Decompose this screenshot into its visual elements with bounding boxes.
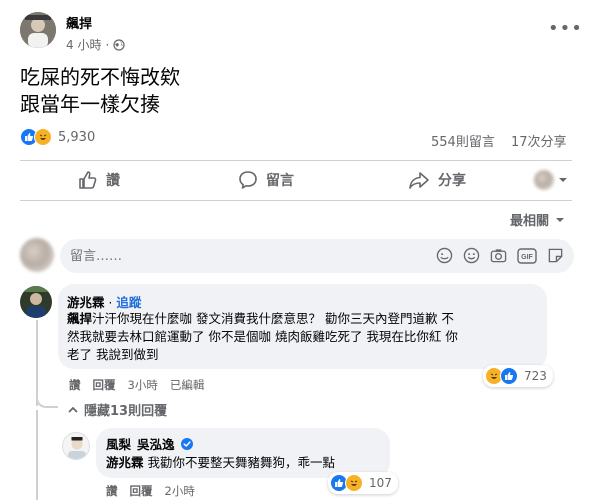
divider-bottom — [20, 200, 572, 201]
comment-like-button[interactable]: 讚 — [69, 377, 81, 393]
thread-branch — [36, 394, 58, 408]
avatar-sticker-icon[interactable] — [436, 247, 453, 264]
viewer-avatar[interactable] — [20, 238, 54, 272]
shares-count-link[interactable]: 17次分享 — [511, 131, 567, 150]
more-options-icon[interactable]: ••• — [548, 18, 583, 39]
reply-author-name[interactable]: 吳泓逸 — [137, 434, 175, 453]
comment-edited-label[interactable]: 已編輯 — [170, 377, 205, 393]
reply-reply-button[interactable]: 回覆 — [130, 483, 153, 499]
svg-text:GIF: GIF — [521, 254, 533, 261]
reply-mention[interactable]: 游兆霖 — [106, 455, 144, 470]
reply-badge: 風梨 — [106, 437, 132, 452]
chevron-up-icon — [68, 406, 78, 413]
post-text-line-2: 跟當年一樣欠揍 — [20, 92, 160, 116]
comment-input[interactable] — [70, 245, 420, 267]
share-button-label: 分享 — [438, 173, 466, 189]
reply-text-body: 我勸你不要整天舞豬舞狗，乖一點 — [147, 455, 336, 470]
post-text-line-1: 吃屎的死不悔改欸 — [20, 65, 180, 89]
comment-reaction-count: 723 — [524, 369, 547, 383]
hide-replies-button[interactable]: 隱藏13則回覆 — [68, 400, 167, 419]
comment-text-line-3: 老了 我說到做到 — [67, 347, 159, 362]
commenter-avatar[interactable] — [20, 286, 52, 318]
comment-sort-label: 最相關 — [510, 214, 550, 229]
reply-reactions-pill[interactable]: 107 — [328, 472, 398, 494]
author-avatar[interactable] — [20, 12, 56, 48]
post-author-name[interactable]: 飆捍 — [66, 13, 92, 32]
verified-badge-icon — [180, 437, 193, 450]
comment-reply-button[interactable]: 回覆 — [93, 377, 116, 393]
reply-avatar-image — [63, 433, 89, 459]
author-avatar-image — [20, 12, 56, 48]
sort-chevron-down-icon — [556, 217, 565, 222]
comment-text-line-1: 飆捍汁汗你現在什麼咖 發文消費我什麼意思？ 勸你三天內登門道歉 不 — [67, 310, 454, 328]
share-button[interactable]: 分享 — [408, 170, 466, 190]
thumbs-up-icon — [79, 171, 97, 189]
share-audience-selector[interactable] — [534, 170, 568, 190]
commenter-name[interactable]: 游兆霖 — [67, 292, 105, 311]
haha-reaction-icon — [345, 474, 363, 492]
hide-replies-label: 隱藏13則回覆 — [84, 404, 168, 419]
reply-time[interactable]: 2小時 — [165, 483, 195, 499]
comment-button-label: 留言 — [266, 173, 294, 189]
post-reaction-count: 5,930 — [58, 129, 96, 145]
post-reactions-summary[interactable]: 5,930 — [20, 128, 95, 146]
separator-dot: · — [105, 37, 110, 52]
divider-top — [20, 160, 572, 161]
sticker-icon[interactable] — [547, 247, 564, 264]
comment-time[interactable]: 3小時 — [128, 377, 158, 393]
comment-bubble-icon — [239, 171, 257, 189]
reply-reaction-count: 107 — [369, 476, 392, 490]
public-globe-icon — [113, 38, 125, 51]
comment-mention[interactable]: 飆捍 — [67, 311, 92, 326]
separator-dot: · — [108, 296, 113, 310]
comments-count-link[interactable]: 554則留言 — [431, 131, 495, 150]
haha-reaction-icon — [34, 128, 52, 146]
share-arrow-icon — [409, 172, 429, 189]
viewer-avatar-small — [534, 170, 554, 190]
comment-button[interactable]: 留言 — [238, 170, 294, 190]
like-button-label: 讚 — [106, 173, 120, 189]
comment-reactions-pill[interactable]: 723 — [483, 365, 553, 387]
comment-text-line-2: 然我就要去林口館運動了 你不是個咖 燒肉飯雞吃死了 我現在比你紅 你 — [67, 329, 458, 344]
post-time[interactable]: 4 小時 — [66, 36, 101, 53]
reply-thread-connector — [36, 410, 38, 500]
emoji-icon[interactable] — [463, 247, 480, 264]
follow-link[interactable]: 追蹤 — [116, 292, 141, 311]
chevron-down-icon — [559, 178, 567, 182]
gif-icon[interactable]: GIF — [517, 247, 537, 264]
reply-like-button[interactable]: 讚 — [106, 483, 118, 499]
comment-composer[interactable]: GIF — [60, 239, 574, 273]
reply-avatar[interactable] — [62, 432, 90, 460]
like-button[interactable]: 讚 — [78, 170, 120, 190]
commenter-avatar-image — [20, 286, 52, 318]
reply-text: 游兆霖 我勸你不要整天舞豬舞狗，乖一點 — [106, 454, 335, 472]
comment-text-line-1-rest: 汁汗你現在什麼咖 發文消費我什麼意思？ 勸你三天內登門道歉 不 — [92, 311, 454, 326]
camera-icon[interactable] — [490, 247, 507, 264]
comment-sort-dropdown[interactable]: 最相關 — [510, 210, 565, 229]
like-reaction-icon — [500, 367, 518, 385]
